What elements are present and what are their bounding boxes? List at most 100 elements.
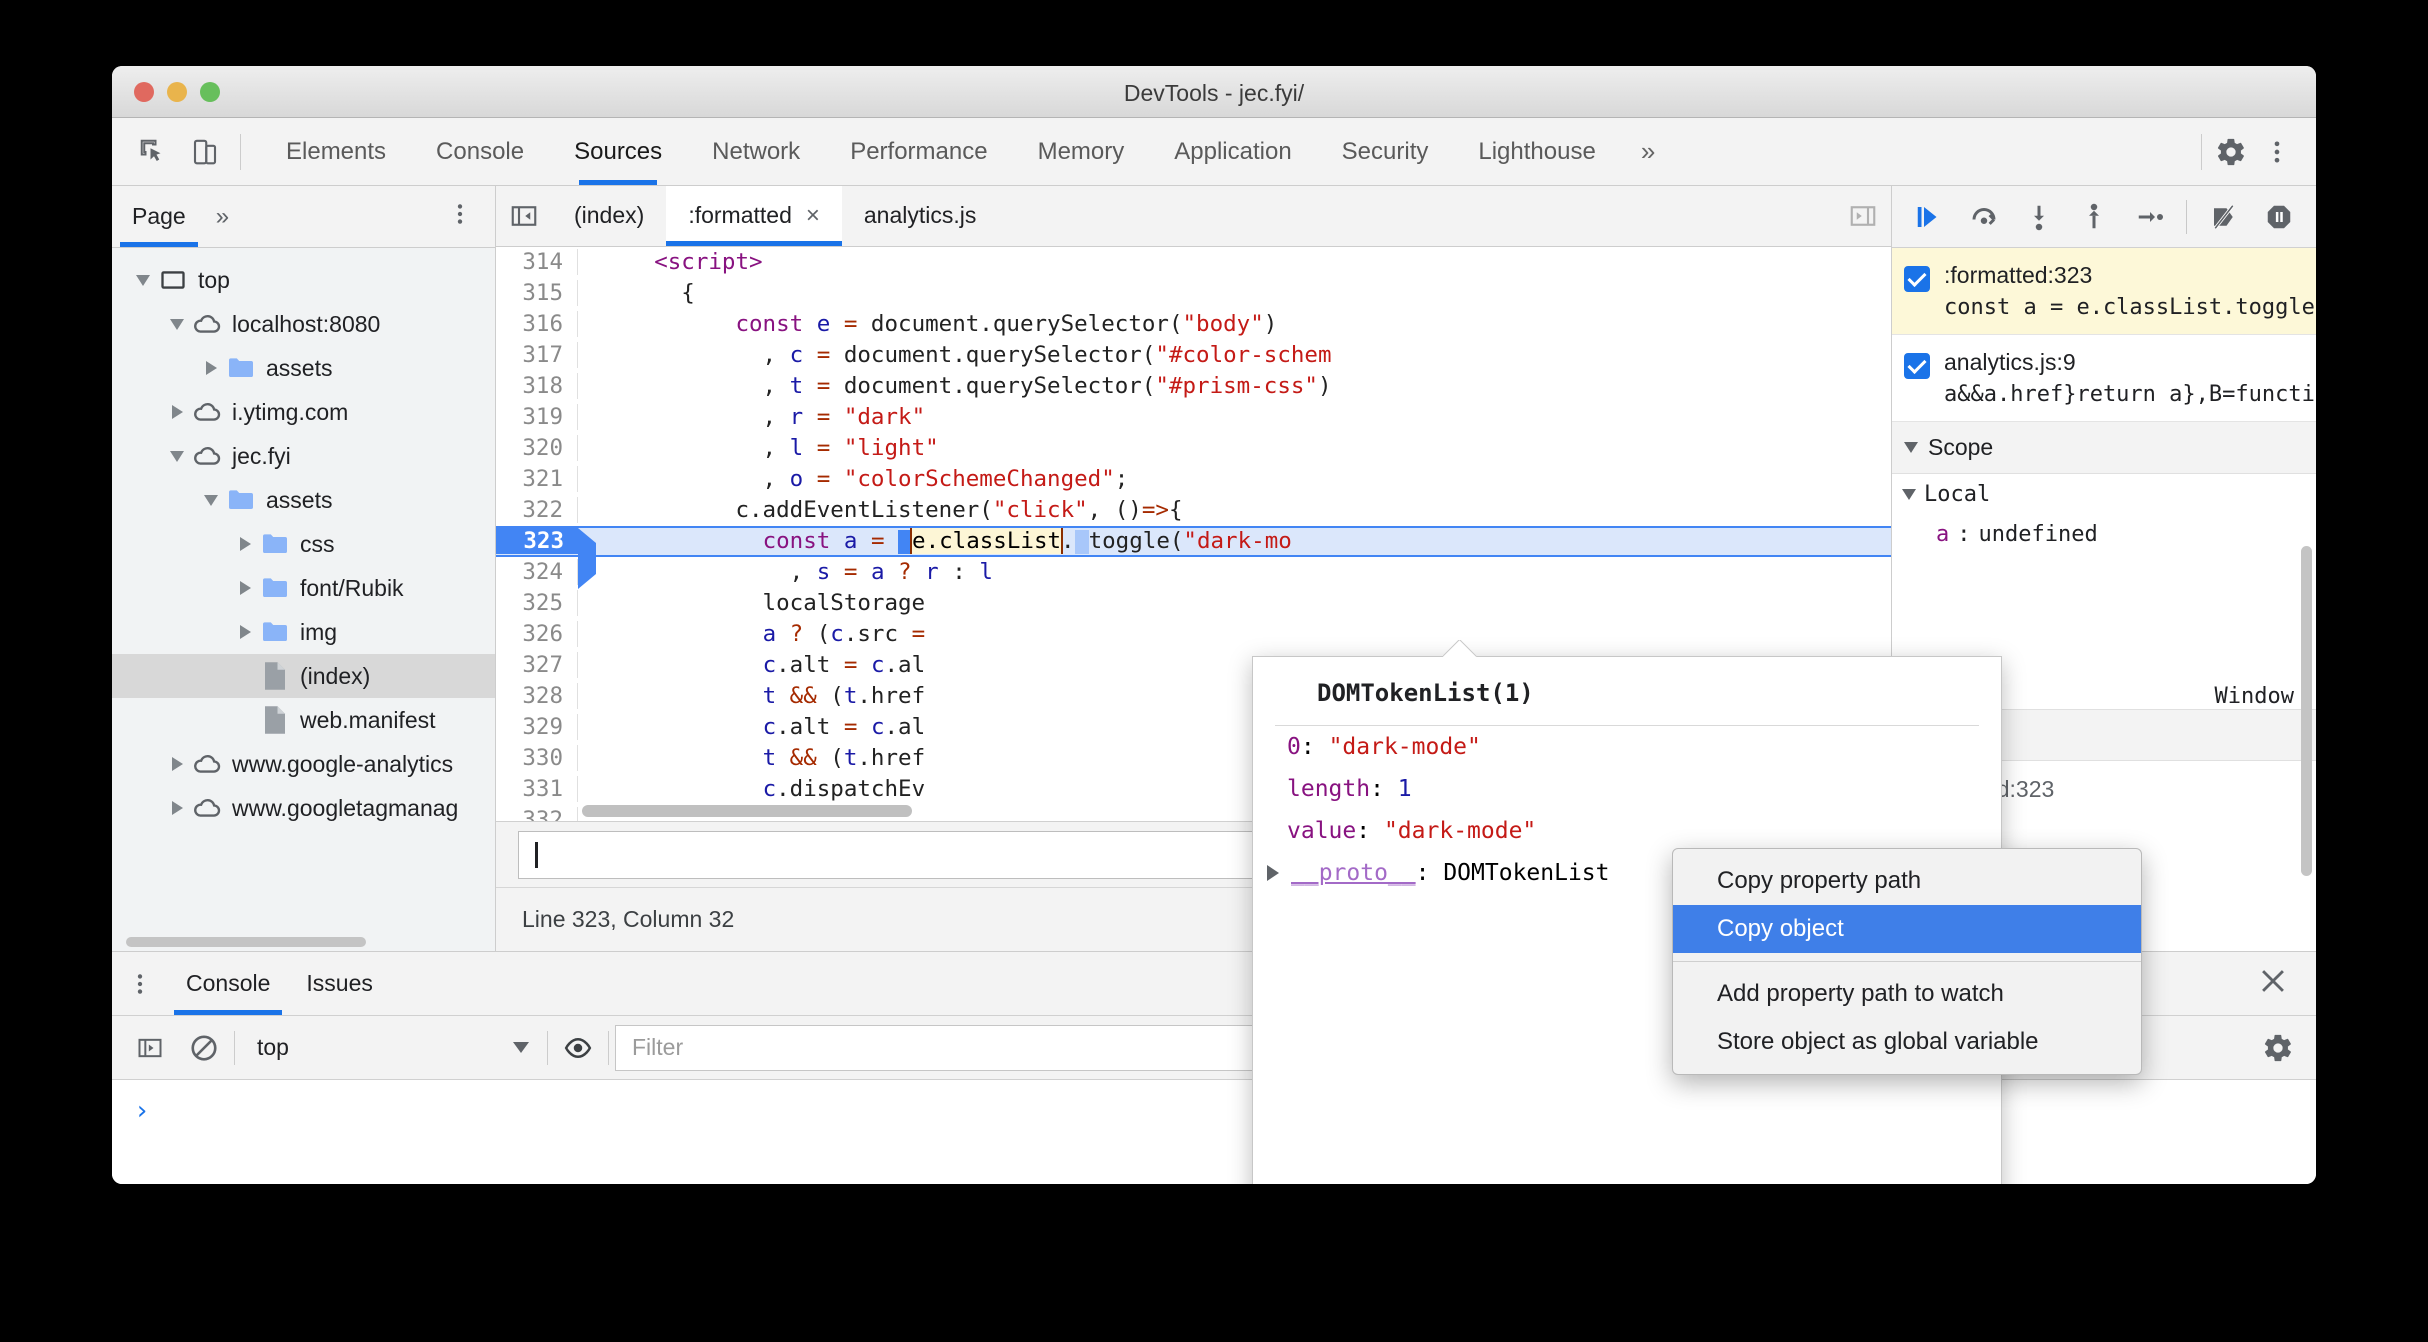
editor-tab-analytics[interactable]: analytics.js xyxy=(842,186,998,246)
chevron-right-icon[interactable] xyxy=(198,361,224,375)
chevron-down-icon[interactable] xyxy=(130,274,156,286)
tree-item-jec-fyi[interactable]: jec.fyi xyxy=(112,434,495,478)
line-number[interactable]: 324 xyxy=(496,559,578,585)
step-out-icon[interactable] xyxy=(2072,194,2117,240)
breakpoint-checkbox[interactable] xyxy=(1904,266,1930,292)
tree-item-www-googletagmanag[interactable]: www.googletagmanag xyxy=(112,786,495,830)
code-line[interactable]: 325 localStorage xyxy=(496,588,1891,619)
line-number[interactable]: 315 xyxy=(496,280,578,306)
tree-item-web-manifest[interactable]: web.manifest xyxy=(112,698,495,742)
editor-tab-formatted[interactable]: :formatted × xyxy=(666,186,842,246)
line-number[interactable]: 326 xyxy=(496,621,578,647)
tab-application[interactable]: Application xyxy=(1149,118,1316,185)
pause-on-exceptions-icon[interactable] xyxy=(2257,194,2302,240)
editor-horizontal-scrollbar[interactable] xyxy=(582,805,912,817)
code-line[interactable]: 319 , r = "dark" xyxy=(496,402,1891,433)
chevron-down-icon[interactable] xyxy=(164,318,190,330)
code-line[interactable]: 315 { xyxy=(496,278,1891,309)
code-line[interactable]: 320 , l = "light" xyxy=(496,433,1891,464)
deactivate-breakpoints-icon[interactable] xyxy=(2201,194,2246,240)
chevron-right-icon[interactable] xyxy=(232,537,258,551)
code-line[interactable]: 318 , t = document.querySelector("#prism… xyxy=(496,371,1891,402)
more-panels-icon[interactable]: » xyxy=(1621,136,1675,167)
line-number[interactable]: 316 xyxy=(496,311,578,337)
drawer-tab-issues[interactable]: Issues xyxy=(288,952,390,1015)
step-into-icon[interactable] xyxy=(2017,194,2062,240)
execution-context-selector[interactable]: top xyxy=(241,1034,541,1061)
line-number[interactable]: 329 xyxy=(496,714,578,740)
chevron-down-icon[interactable] xyxy=(198,494,224,506)
step-over-icon[interactable] xyxy=(1961,194,2006,240)
line-number[interactable]: 328 xyxy=(496,683,578,709)
tab-elements[interactable]: Elements xyxy=(261,118,411,185)
property-row[interactable]: length : 1 xyxy=(1253,768,2001,810)
show-console-sidebar-icon[interactable] xyxy=(126,1024,174,1072)
code-line[interactable]: 326 a ? (c.src = xyxy=(496,619,1891,650)
scope-section-header[interactable]: Scope xyxy=(1892,422,2316,474)
tab-network[interactable]: Network xyxy=(687,118,825,185)
debugger-vertical-scrollbar[interactable] xyxy=(2301,546,2312,876)
line-number[interactable]: 317 xyxy=(496,342,578,368)
code-line[interactable]: 322 c.addEventListener("click", ()=>{ xyxy=(496,495,1891,526)
line-number[interactable]: 319 xyxy=(496,404,578,430)
tree-item-www-google-analytics[interactable]: www.google-analytics xyxy=(112,742,495,786)
line-number[interactable]: 327 xyxy=(496,652,578,678)
property-row[interactable]: 0 : "dark-mode" xyxy=(1253,726,2001,768)
chevron-right-icon[interactable] xyxy=(232,581,258,595)
console-settings-gear-icon[interactable] xyxy=(2254,1024,2302,1072)
nav-tab-page[interactable]: Page xyxy=(112,186,206,247)
tree-item-localhost-8080[interactable]: localhost:8080 xyxy=(112,302,495,346)
tab-memory[interactable]: Memory xyxy=(1013,118,1150,185)
tree-item-css[interactable]: css xyxy=(112,522,495,566)
chevron-down-icon[interactable] xyxy=(164,450,190,462)
more-vertical-icon[interactable] xyxy=(2254,129,2300,175)
chevron-right-icon[interactable] xyxy=(164,801,190,815)
chevron-right-icon[interactable] xyxy=(164,757,190,771)
code-line[interactable]: 324 , s = a ? r : l xyxy=(496,557,1891,588)
close-drawer-icon[interactable] xyxy=(2256,964,2316,1003)
step-icon[interactable] xyxy=(2127,194,2172,240)
resume-script-icon[interactable] xyxy=(1906,194,1951,240)
selected-expression[interactable]: e.classList xyxy=(910,528,1064,554)
more-nav-tabs-icon[interactable]: » xyxy=(206,203,239,231)
navigator-horizontal-scrollbar[interactable] xyxy=(112,933,495,951)
menu-item-copy-property-path[interactable]: Copy property path xyxy=(1673,857,2141,905)
chevron-right-icon[interactable] xyxy=(1267,865,1279,881)
drawer-tab-console[interactable]: Console xyxy=(168,952,288,1015)
clear-console-icon[interactable] xyxy=(180,1024,228,1072)
device-toolbar-icon[interactable] xyxy=(182,129,228,175)
tab-security[interactable]: Security xyxy=(1317,118,1454,185)
menu-item-store-as-global[interactable]: Store object as global variable xyxy=(1673,1018,2141,1066)
tree-item-img[interactable]: img xyxy=(112,610,495,654)
line-number[interactable]: 314 xyxy=(496,249,578,275)
line-number[interactable]: 331 xyxy=(496,776,578,802)
tree-item-i-ytimg-com[interactable]: i.ytimg.com xyxy=(112,390,495,434)
tree-item-assets[interactable]: assets xyxy=(112,478,495,522)
tab-console[interactable]: Console xyxy=(411,118,549,185)
line-number[interactable]: 323 xyxy=(496,528,596,589)
menu-item-copy-object[interactable]: Copy object xyxy=(1673,905,2141,953)
scope-variable-row[interactable]: a : undefined xyxy=(1892,514,2316,554)
code-line[interactable]: 321 , o = "colorSchemeChanged"; xyxy=(496,464,1891,495)
inspect-element-icon[interactable] xyxy=(130,129,176,175)
line-number[interactable]: 320 xyxy=(496,435,578,461)
live-expression-icon[interactable] xyxy=(554,1024,602,1072)
gear-icon[interactable] xyxy=(2208,129,2254,175)
editor-tab-index[interactable]: (index) xyxy=(552,186,666,246)
tree-item-assets[interactable]: assets xyxy=(112,346,495,390)
menu-item-add-property-to-watch[interactable]: Add property path to watch xyxy=(1673,970,2141,1018)
tab-performance[interactable]: Performance xyxy=(825,118,1012,185)
tree-item-top[interactable]: top xyxy=(112,258,495,302)
line-number[interactable]: 330 xyxy=(496,745,578,771)
drawer-more-options-icon[interactable] xyxy=(112,971,168,997)
property-row[interactable]: value : "dark-mode" xyxy=(1253,810,2001,852)
scope-local-header[interactable]: Local xyxy=(1892,474,2316,514)
line-number[interactable]: 318 xyxy=(496,373,578,399)
chevron-right-icon[interactable] xyxy=(164,405,190,419)
navigator-more-options-icon[interactable] xyxy=(447,201,495,232)
expand-sidebar-icon[interactable] xyxy=(1835,201,1891,231)
line-number[interactable]: 332 xyxy=(496,807,578,821)
line-number[interactable]: 325 xyxy=(496,590,578,616)
close-icon[interactable]: × xyxy=(806,203,820,228)
tab-sources[interactable]: Sources xyxy=(549,118,687,185)
